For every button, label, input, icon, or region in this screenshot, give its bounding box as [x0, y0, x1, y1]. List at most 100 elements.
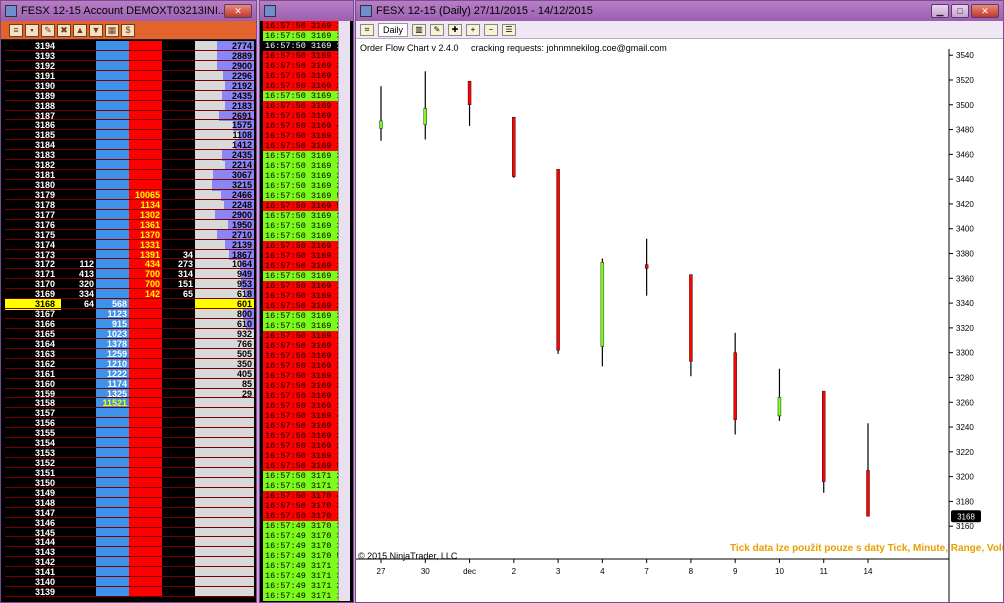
edit-icon[interactable]: ✎	[41, 23, 55, 37]
y-tick-label: 3240	[956, 423, 974, 432]
instrument-icon[interactable]: ⌗	[360, 23, 374, 36]
trade-row: 16:57:50 3169 1	[263, 451, 339, 461]
trade-row: 16:57:50 3169 1	[263, 401, 339, 411]
trade-row: 16:57:50 3169 2	[263, 71, 339, 81]
candle-up	[379, 120, 383, 129]
trade-row: 16:57:50 3169 1	[263, 341, 339, 351]
trade-row: 16:57:50 3169 3	[263, 61, 339, 71]
grid-icon[interactable]: ▦	[105, 23, 119, 37]
trade-row: 16:57:50 3169 2	[263, 321, 339, 331]
x-tick-label: 4	[600, 567, 605, 576]
y-tick-label: 3400	[956, 225, 974, 234]
trade-row: 16:57:50 3170 1	[263, 511, 339, 521]
tick-data-warning: Tick data lze použít pouze s daty Tick, …	[730, 543, 1004, 554]
y-tick-label: 3540	[956, 51, 974, 60]
candle-down	[512, 116, 516, 177]
x-tick-label: 10	[775, 567, 784, 576]
trade-row: 16:57:49 3171 1	[263, 561, 339, 571]
trade-row: 16:57:50 3169 2	[263, 231, 339, 241]
trade-row: 16:57:50 3171 2	[263, 471, 339, 481]
y-tick-label: 3360	[956, 274, 974, 283]
trade-row: 16:57:50 3169 21	[263, 441, 339, 451]
sell-icon[interactable]: ▼	[89, 23, 103, 37]
trade-row: 16:57:50 3169 1	[263, 281, 339, 291]
menu-icon[interactable]: ≡	[9, 23, 23, 37]
trade-row: 16:57:50 3169 10	[263, 291, 339, 301]
candle-up	[600, 261, 605, 347]
trade-row: 16:57:50 3169 1	[263, 421, 339, 431]
trade-row: 16:57:50 3169 1	[263, 21, 339, 31]
dollar-icon[interactable]: $	[121, 23, 135, 37]
trade-row: 16:57:50 3169 11	[263, 91, 339, 101]
trade-row: 16:57:49 3170 3	[263, 531, 339, 541]
y-tick-label: 3260	[956, 398, 974, 407]
chart-titlebar[interactable]: FESX 12-15 (Daily) 27/11/2015 - 14/12/20…	[356, 1, 1003, 21]
candle-down	[689, 274, 693, 362]
trade-row: 16:57:50 3169 10	[263, 131, 339, 141]
x-tick-label: 9	[733, 567, 738, 576]
y-tick-label: 3440	[956, 175, 974, 184]
minimize-button[interactable]: ▁	[931, 4, 949, 18]
y-tick-label: 3420	[956, 200, 974, 209]
trade-row: 16:57:50 3169 14	[263, 251, 339, 261]
chart-title: FESX 12-15 (Daily) 27/11/2015 - 14/12/20…	[376, 5, 593, 17]
trade-row: 16:57:50 3169 1	[263, 391, 339, 401]
x-tick-label: 7	[644, 567, 649, 576]
trade-row: 16:57:50 3169 3	[263, 211, 339, 221]
crosshair-icon[interactable]: ✚	[448, 23, 463, 36]
trade-row: 16:57:49 3170 55	[263, 551, 339, 561]
candle-down	[644, 264, 649, 269]
close-button[interactable]: ✕	[224, 4, 252, 18]
y-tick-label: 3180	[956, 497, 974, 506]
y-tick-label: 3160	[956, 522, 974, 531]
drawing-tool-icon[interactable]: ✎	[430, 23, 445, 36]
properties-icon[interactable]: ☰	[502, 23, 517, 36]
y-tick-label: 3280	[956, 373, 974, 382]
y-tick-label: 3320	[956, 324, 974, 333]
trade-row: 16:57:50 3169 2	[263, 301, 339, 311]
trade-row: 16:57:50 3169 3	[263, 151, 339, 161]
zoom-in-icon[interactable]: +	[466, 23, 481, 36]
ts-scrollbar[interactable]	[338, 21, 350, 601]
candle-down	[822, 390, 826, 482]
dom-toolbar: ≡ ▪ ✎ ✖ ▲ ▼ ▦ $	[1, 21, 256, 40]
chart-close-button[interactable]: ✕	[971, 4, 999, 18]
x-tick-label: 3	[556, 567, 561, 576]
trade-row: 16:57:50 3169 2	[263, 181, 339, 191]
buy-icon[interactable]: ▲	[73, 23, 87, 37]
zoom-out-icon[interactable]: −	[484, 23, 499, 36]
x-tick-label: 27	[377, 567, 386, 576]
trade-row: 16:57:50 3169 10	[263, 371, 339, 381]
trade-row: 16:57:49 3171 3	[263, 571, 339, 581]
dom-titlebar[interactable]: FESX 12-15 Account DEMOXT03213INI... ✕	[1, 1, 256, 21]
app-icon	[264, 5, 276, 17]
trade-row: 16:57:50 3169 3	[263, 141, 339, 151]
maximize-button[interactable]: □	[951, 4, 969, 18]
x-tick-label: 11	[820, 567, 829, 576]
interval-select[interactable]: Daily	[378, 22, 409, 37]
time-and-sales-window: 16:57:50 3169 1 16:57:50 3169 3 16:57:50 3…	[259, 0, 354, 603]
trade-row: 16:57:50 3169 1	[263, 241, 339, 251]
y-tick-label: 3520	[956, 76, 974, 85]
bars-type-icon[interactable]: ▥	[412, 23, 427, 36]
price-chart[interactable]: 3540 3520 3500 3480 3460 3440 3420 3400 3380 3360…	[356, 39, 1004, 603]
row-divider	[5, 596, 254, 597]
trade-row: 16:57:50 3169 11	[263, 331, 339, 341]
cancel-all-icon[interactable]: ✖	[57, 23, 71, 37]
dom-window: FESX 12-15 Account DEMOXT03213INI... ✕ ≡…	[0, 0, 257, 603]
price-ladder[interactable]: 3194 2774 3193 2889 3192 2900 3191 2296 3190 2192…	[5, 41, 254, 597]
trade-row: 16:57:50 3169 1	[263, 51, 339, 61]
y-tick-label: 3200	[956, 473, 974, 482]
dom-title: FESX 12-15 Account DEMOXT03213INI...	[21, 5, 224, 17]
y-tick-label: 3220	[956, 448, 974, 457]
trade-row: 16:57:49 3171 1	[263, 591, 339, 601]
ts-titlebar[interactable]	[260, 1, 353, 21]
trade-row: 16:57:50 3169 2	[263, 171, 339, 181]
y-tick-label: 3380	[956, 250, 974, 259]
candle-up	[777, 397, 782, 417]
trade-row: 16:57:50 3170 4	[263, 491, 339, 501]
trade-row: 16:57:50 3169 3	[263, 361, 339, 371]
save-icon[interactable]: ▪	[25, 23, 39, 37]
trade-row: 16:57:49 3171 29	[263, 581, 339, 591]
trade-row: 16:57:49 3170 1	[263, 541, 339, 551]
